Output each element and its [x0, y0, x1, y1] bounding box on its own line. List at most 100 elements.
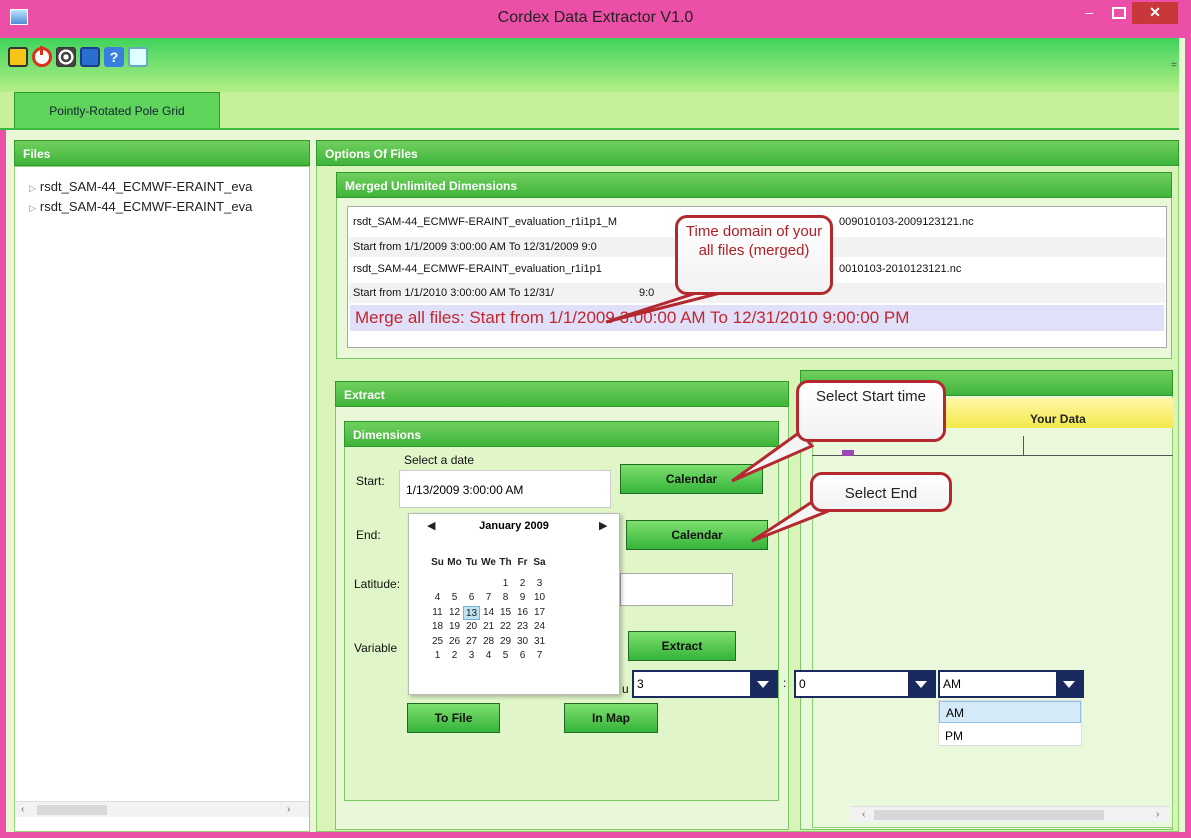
calendar-day[interactable]: 2 — [514, 577, 531, 592]
calendar-day[interactable]: 4 — [429, 591, 446, 606]
start-calendar-button[interactable]: Calendar — [620, 464, 763, 494]
weekday-label: Mo — [447, 557, 462, 568]
files-horizontal-scrollbar[interactable]: ‹ › — [15, 801, 309, 817]
calendar-month[interactable]: January 2009 — [409, 520, 619, 532]
calendar-day[interactable] — [446, 577, 463, 592]
calendar-day[interactable]: 21 — [480, 620, 497, 635]
calendar-day[interactable]: 26 — [446, 635, 463, 650]
end-calendar-button[interactable]: Calendar — [626, 520, 768, 550]
your-data-header: Your Data — [1030, 412, 1086, 426]
calendar-day[interactable]: 2 — [446, 649, 463, 664]
time-colon: : — [783, 676, 787, 690]
calendar-weekday-row: Su Mo Tu We Th Fr Sa — [429, 556, 548, 571]
calendar-day[interactable]: 1 — [497, 577, 514, 592]
calendar-day[interactable]: 6 — [514, 649, 531, 664]
monitor-icon[interactable] — [80, 47, 100, 67]
ampm-dropdown-list[interactable]: AM PM — [938, 700, 1082, 746]
settings-icon[interactable] — [128, 47, 148, 67]
scroll-right-icon[interactable]: › — [287, 802, 290, 818]
calendar-day[interactable]: 22 — [497, 620, 514, 635]
calendar-day[interactable]: 25 — [429, 635, 446, 650]
hour-select[interactable]: 3 — [632, 670, 778, 698]
ampm-option-pm[interactable]: PM — [939, 725, 1081, 747]
next-month-icon[interactable]: ▶ — [599, 519, 607, 532]
close-button[interactable]: ✕ — [1132, 2, 1178, 24]
expand-arrow-icon[interactable]: ▷ — [29, 203, 36, 213]
calendar-day[interactable]: 31 — [531, 635, 548, 650]
file-tree-item[interactable]: ▷ rsdt_SAM-44_ECMWF-ERAINT_eva — [29, 179, 307, 194]
scroll-left-icon[interactable]: ‹ — [21, 802, 24, 818]
start-date-input[interactable]: 1/13/2009 3:00:00 AM — [399, 470, 611, 508]
calendar-day[interactable]: 12 — [446, 606, 463, 621]
latitude-input[interactable] — [620, 573, 733, 606]
calendar-day[interactable]: 28 — [480, 635, 497, 650]
tab-pointly-rotated-pole-grid[interactable]: Pointly-Rotated Pole Grid — [14, 92, 220, 128]
calendar-day-selected[interactable]: 13 — [463, 605, 480, 620]
calendar-day[interactable]: 9 — [514, 591, 531, 606]
calendar-day[interactable]: 14 — [480, 606, 497, 621]
calendar-day[interactable]: 5 — [446, 591, 463, 606]
expand-arrow-icon[interactable]: ▷ — [29, 183, 36, 193]
in-map-button[interactable]: In Map — [564, 703, 658, 733]
scroll-thumb[interactable] — [874, 810, 1104, 820]
calendar-day[interactable]: 4 — [480, 649, 497, 664]
list-item[interactable]: rsdt_SAM-44_ECMWF-ERAINT_evaluation_r1i1… — [353, 216, 974, 228]
variable-label: Variable — [354, 641, 398, 655]
calendar-day[interactable]: 6 — [463, 591, 480, 606]
calendar-day[interactable]: 20 — [463, 620, 480, 635]
calendar-week: 18 19 20 21 22 23 24 — [429, 620, 548, 635]
calendar-day[interactable]: 3 — [531, 577, 548, 592]
calendar-popup[interactable]: ◀ January 2009 ▶ Su Mo Tu We Th Fr Sa 1 … — [408, 513, 620, 695]
data-horizontal-scrollbar[interactable]: ‹ › — [850, 806, 1170, 822]
weekday-label: Fr — [517, 557, 528, 568]
ampm-select[interactable]: AM — [938, 670, 1084, 698]
chevron-down-icon[interactable] — [1056, 672, 1082, 696]
calendar-day[interactable]: 24 — [531, 620, 548, 635]
calendar-day[interactable]: 7 — [531, 649, 548, 664]
calendar-day[interactable]: 15 — [497, 606, 514, 621]
calendar-day[interactable] — [480, 577, 497, 592]
calendar-day[interactable]: 8 — [497, 591, 514, 606]
scroll-right-icon[interactable]: › — [1156, 807, 1159, 823]
calendar-day[interactable]: 23 — [514, 620, 531, 635]
open-icon[interactable] — [8, 47, 28, 67]
calendar-day[interactable]: 1 — [429, 649, 446, 664]
weekday-label: Sa — [533, 557, 546, 568]
calendar-day[interactable]: 17 — [531, 606, 548, 621]
chevron-down-icon[interactable] — [750, 672, 776, 696]
calendar-day[interactable]: 7 — [480, 591, 497, 606]
target-icon[interactable] — [56, 47, 76, 67]
calendar-day[interactable] — [463, 577, 480, 592]
ampm-option-am[interactable]: AM — [939, 701, 1081, 723]
to-file-button[interactable]: To File — [407, 703, 500, 733]
calendar-day[interactable]: 16 — [514, 606, 531, 621]
calendar-week: 4 5 6 7 8 9 10 — [429, 591, 548, 606]
minute-select[interactable]: 0 — [794, 670, 936, 698]
weekday-label: Th — [499, 557, 512, 568]
calendar-day[interactable]: 11 — [429, 606, 446, 621]
maximize-button[interactable] — [1104, 2, 1130, 24]
calendar-day[interactable]: 18 — [429, 620, 446, 635]
calendar-week: 25 26 27 28 29 30 31 — [429, 635, 548, 650]
extract-button[interactable]: Extract — [628, 631, 736, 661]
power-icon[interactable] — [32, 46, 52, 67]
calendar-day[interactable]: 30 — [514, 635, 531, 650]
list-item[interactable]: rsdt_SAM-44_ECMWF-ERAINT_evaluation_r1i1… — [353, 263, 961, 275]
help-icon[interactable]: ? — [104, 47, 124, 67]
calendar-day[interactable] — [429, 577, 446, 592]
file-tree-item[interactable]: ▷ rsdt_SAM-44_ECMWF-ERAINT_eva — [29, 199, 307, 214]
calendar-day[interactable]: 3 — [463, 649, 480, 664]
calendar-day[interactable]: 19 — [446, 620, 463, 635]
merge-all-summary[interactable]: Merge all files: Start from 1/1/2009 3:0… — [350, 305, 1164, 331]
scroll-left-icon[interactable]: ‹ — [862, 807, 865, 823]
scroll-thumb[interactable] — [37, 805, 107, 815]
window-title: Cordex Data Extractor V1.0 — [497, 9, 694, 26]
calendar-day[interactable]: 29 — [497, 635, 514, 650]
calendar-day[interactable]: 10 — [531, 591, 548, 606]
calendar-day[interactable]: 27 — [463, 635, 480, 650]
latitude-label: Latitude: — [354, 577, 401, 591]
minimize-button[interactable]: – — [1076, 2, 1102, 24]
extract-header: Extract — [335, 381, 789, 407]
chevron-down-icon[interactable] — [908, 672, 934, 696]
calendar-day[interactable]: 5 — [497, 649, 514, 664]
